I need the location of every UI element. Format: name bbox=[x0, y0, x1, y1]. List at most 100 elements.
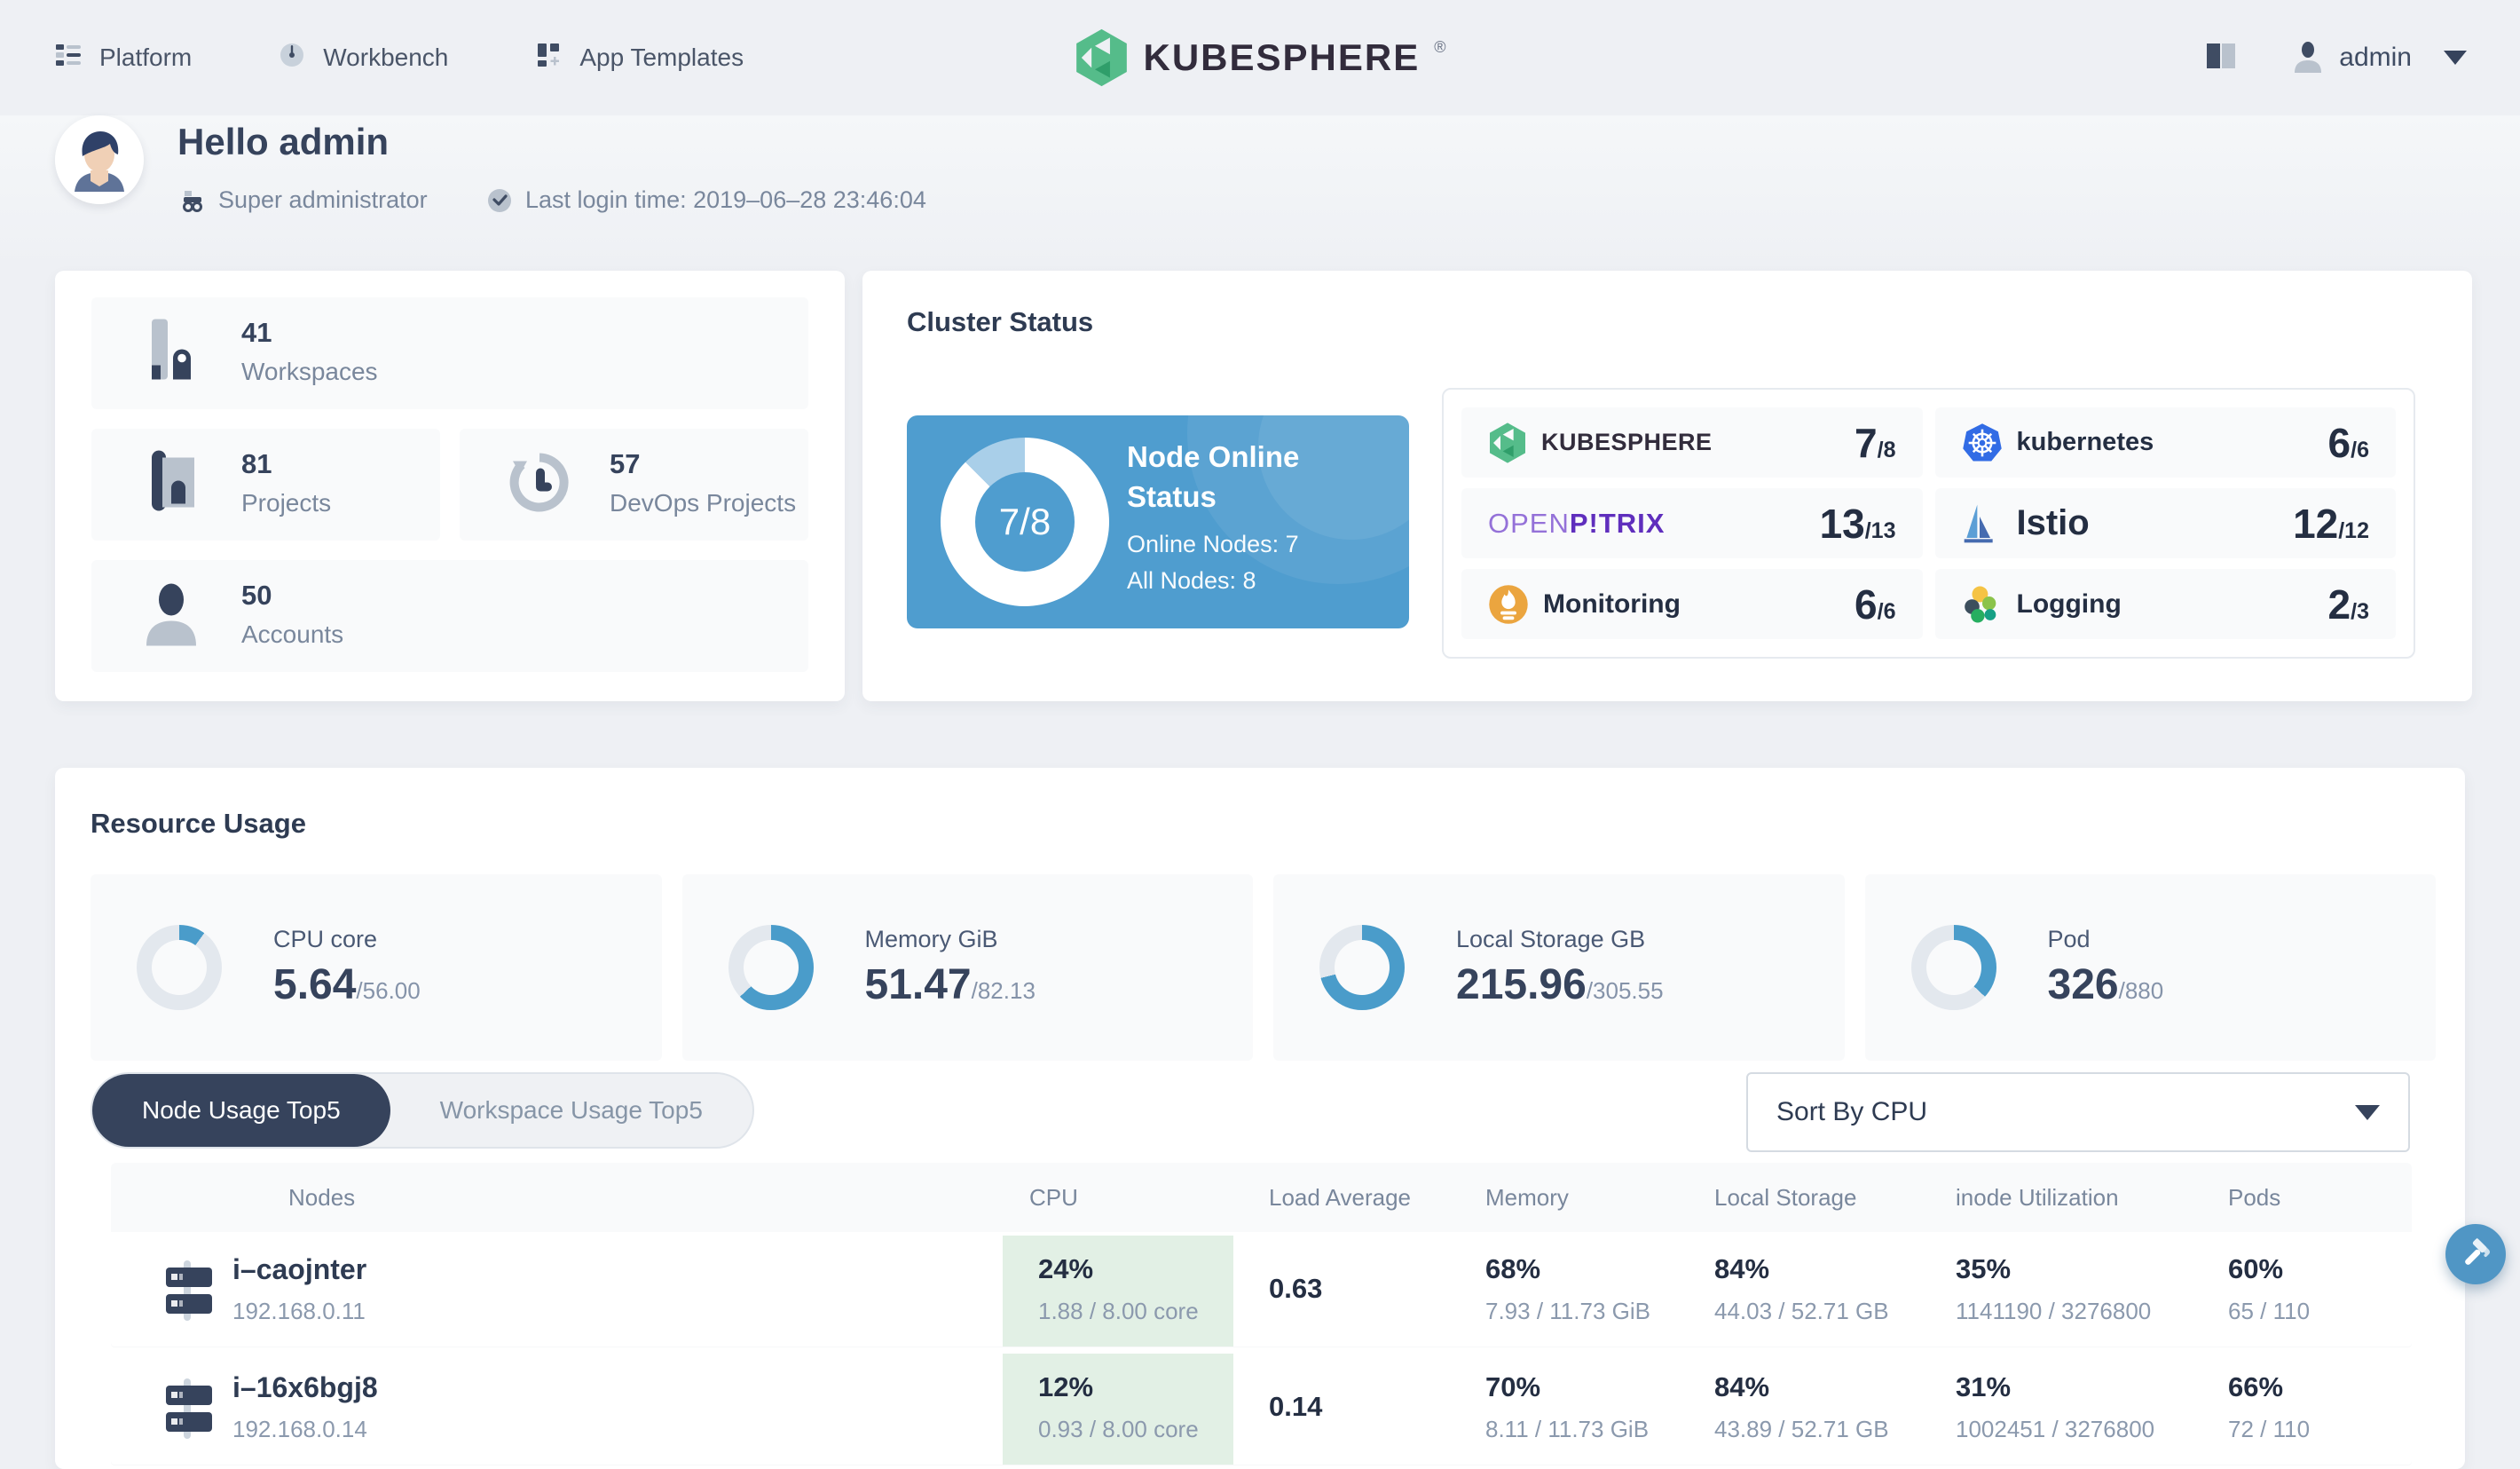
overview-stats-card: 41 Workspaces 81 Projects 57 DevOps Proj… bbox=[55, 271, 845, 701]
accounts-count: 50 bbox=[241, 580, 272, 611]
cpu-total: /56.00 bbox=[356, 977, 421, 1004]
kubesphere-logo[interactable]: KUBESPHERE ® bbox=[1075, 28, 1446, 88]
kubesphere-component-label: KUBESPHERE bbox=[1541, 429, 1713, 455]
kubernetes-icon bbox=[1962, 423, 2002, 461]
pod-gauge-tile[interactable]: Pod 326/880 bbox=[1864, 874, 2436, 1061]
all-nodes-line: All Nodes: 8 bbox=[1127, 567, 1256, 594]
table-header: Nodes CPU Load Average Memory Local Stor… bbox=[111, 1163, 2412, 1232]
storage-donut bbox=[1319, 925, 1405, 1010]
pod-donut bbox=[1910, 925, 1996, 1010]
docs-book-icon[interactable] bbox=[2202, 38, 2240, 78]
component-kubernetes[interactable]: kubernetes 6/6 bbox=[1934, 407, 2396, 478]
node-online-status-card[interactable]: 7/8 Node Online Status Online Nodes: 7 A… bbox=[907, 415, 1409, 628]
monitoring-total: /6 bbox=[1877, 598, 1896, 624]
inode-percent: 31% bbox=[1956, 1371, 2012, 1402]
pod-gauge-label: Pod bbox=[2047, 926, 2091, 952]
nav-app-templates[interactable]: App Templates bbox=[533, 40, 744, 76]
inode-detail: 1141190 / 3276800 bbox=[1956, 1298, 2152, 1324]
component-openpitrix[interactable]: OPENP!TRIX 13/13 bbox=[1461, 488, 1923, 558]
col-cpu: CPU bbox=[1029, 1184, 1078, 1211]
workspaces-label: Workspaces bbox=[241, 358, 378, 385]
role-label: Super administrator bbox=[218, 186, 428, 213]
kubernetes-label: kubernetes bbox=[2016, 428, 2154, 456]
col-memory: Memory bbox=[1485, 1184, 1569, 1211]
workspaces-count: 41 bbox=[241, 317, 272, 348]
hammer-icon bbox=[2465, 1237, 2491, 1265]
monitoring-count: 6 bbox=[1855, 580, 1878, 628]
storage-percent: 84% bbox=[1714, 1371, 1770, 1402]
node-name[interactable]: i–16x6bgj8 bbox=[232, 1371, 378, 1404]
memory-donut bbox=[728, 925, 814, 1010]
tab-workspace-usage-top5[interactable]: Workspace Usage Top5 bbox=[390, 1074, 752, 1147]
top-nav: Platform Workbench App Templates KUBESPH… bbox=[0, 0, 2520, 115]
nav-platform[interactable]: Platform bbox=[53, 40, 192, 76]
node-icon bbox=[157, 1377, 221, 1445]
col-inode-utilization: inode Utilization bbox=[1956, 1184, 2119, 1211]
col-pods: Pods bbox=[2228, 1184, 2281, 1211]
projects-label: Projects bbox=[241, 489, 332, 517]
kubesphere-total: /8 bbox=[1877, 437, 1896, 462]
devops-projects-icon bbox=[506, 447, 573, 523]
online-nodes-line: Online Nodes: 7 bbox=[1127, 531, 1299, 557]
memory-gauge-tile[interactable]: Memory GiB 51.47/82.13 bbox=[681, 874, 1253, 1061]
projects-stat-tile[interactable]: 81 Projects bbox=[91, 429, 440, 541]
last-login: Last login time: 2019–06–28 23:46:04 bbox=[486, 186, 926, 214]
user-menu[interactable]: admin bbox=[2293, 41, 2467, 75]
memory-detail: 8.11 / 11.73 GiB bbox=[1485, 1416, 1650, 1442]
pods-detail: 65 / 110 bbox=[2228, 1298, 2311, 1324]
toolbox-button[interactable] bbox=[2445, 1224, 2506, 1284]
platform-icon bbox=[53, 40, 83, 76]
node-name[interactable]: i–caojnter bbox=[232, 1253, 366, 1286]
resource-usage-card: Resource Usage CPU core 5.64/56.00 Memor… bbox=[55, 768, 2465, 1469]
workspaces-icon bbox=[138, 316, 205, 391]
pods-detail: 72 / 110 bbox=[2228, 1416, 2311, 1442]
resource-gauges: CPU core 5.64/56.00 Memory GiB 51.47/82.… bbox=[91, 874, 2436, 1061]
node-online-donut: 7/8 bbox=[941, 438, 1109, 606]
cluster-status-card: Cluster Status 7/8 Node Online Status On… bbox=[862, 271, 2472, 701]
user-icon bbox=[2295, 42, 2322, 73]
tab-node-usage-top5[interactable]: Node Usage Top5 bbox=[92, 1074, 390, 1147]
user-menu-caret-icon bbox=[2444, 51, 2467, 65]
cpu-gauge-tile[interactable]: CPU core 5.64/56.00 bbox=[91, 874, 662, 1061]
istio-icon bbox=[1964, 504, 1993, 542]
kubernetes-total: /6 bbox=[2351, 437, 2369, 462]
logo-text: KUBESPHERE bbox=[1143, 36, 1421, 78]
usage-tabs: Node Usage Top5 Workspace Usage Top5 bbox=[91, 1072, 754, 1149]
devops-stat-tile[interactable]: 57 DevOps Projects bbox=[460, 429, 808, 541]
col-load-average: Load Average bbox=[1269, 1184, 1411, 1211]
istio-total: /12 bbox=[2338, 517, 2369, 543]
accounts-label: Accounts bbox=[241, 620, 344, 648]
workbench-icon bbox=[277, 40, 307, 76]
cpu-percent: 12% bbox=[1038, 1371, 1094, 1402]
col-local-storage: Local Storage bbox=[1714, 1184, 1857, 1211]
storage-detail: 43.89 / 52.71 GB bbox=[1714, 1416, 1889, 1442]
logging-label: Logging bbox=[2016, 588, 2122, 619]
logo-registered-mark: ® bbox=[1434, 37, 1446, 56]
component-logging[interactable]: Logging 2/3 bbox=[1934, 569, 2396, 639]
accounts-icon bbox=[138, 579, 205, 654]
kubernetes-count: 6 bbox=[2327, 419, 2351, 466]
memory-total: /82.13 bbox=[971, 977, 1036, 1004]
storage-gauge-tile[interactable]: Local Storage GB 215.96/305.55 bbox=[1273, 874, 1845, 1061]
inode-percent: 35% bbox=[1956, 1253, 2012, 1284]
node-ip: 192.168.0.11 bbox=[232, 1298, 366, 1324]
sort-by-dropdown[interactable]: Sort By CPU bbox=[1746, 1072, 2410, 1152]
user-role: Super administrator bbox=[179, 186, 428, 214]
username: admin bbox=[2339, 43, 2412, 72]
component-monitoring[interactable]: Monitoring 6/6 bbox=[1461, 569, 1923, 639]
kubesphere-count: 7 bbox=[1855, 419, 1878, 466]
logging-icon bbox=[1964, 586, 1996, 622]
component-istio[interactable]: Istio 12/12 bbox=[1934, 488, 2396, 558]
kubesphere-logo-icon bbox=[1076, 28, 1127, 87]
component-kubesphere[interactable]: KUBESPHERE 7/8 bbox=[1461, 407, 1923, 478]
workspaces-stat-tile[interactable]: 41 Workspaces bbox=[91, 297, 808, 409]
node-row-1[interactable]: i–caojnter 192.168.0.11 24% 1.88 / 8.00 … bbox=[111, 1236, 2412, 1347]
logging-count: 2 bbox=[2327, 580, 2351, 628]
nav-workbench[interactable]: Workbench bbox=[277, 40, 448, 76]
role-badge-icon bbox=[183, 190, 202, 212]
accounts-stat-tile[interactable]: 50 Accounts bbox=[91, 560, 808, 672]
logging-total: /3 bbox=[2351, 598, 2369, 624]
nav-app-templates-label: App Templates bbox=[579, 43, 744, 71]
openpitrix-count: 13 bbox=[1819, 500, 1865, 547]
login-time-icon bbox=[488, 188, 511, 212]
